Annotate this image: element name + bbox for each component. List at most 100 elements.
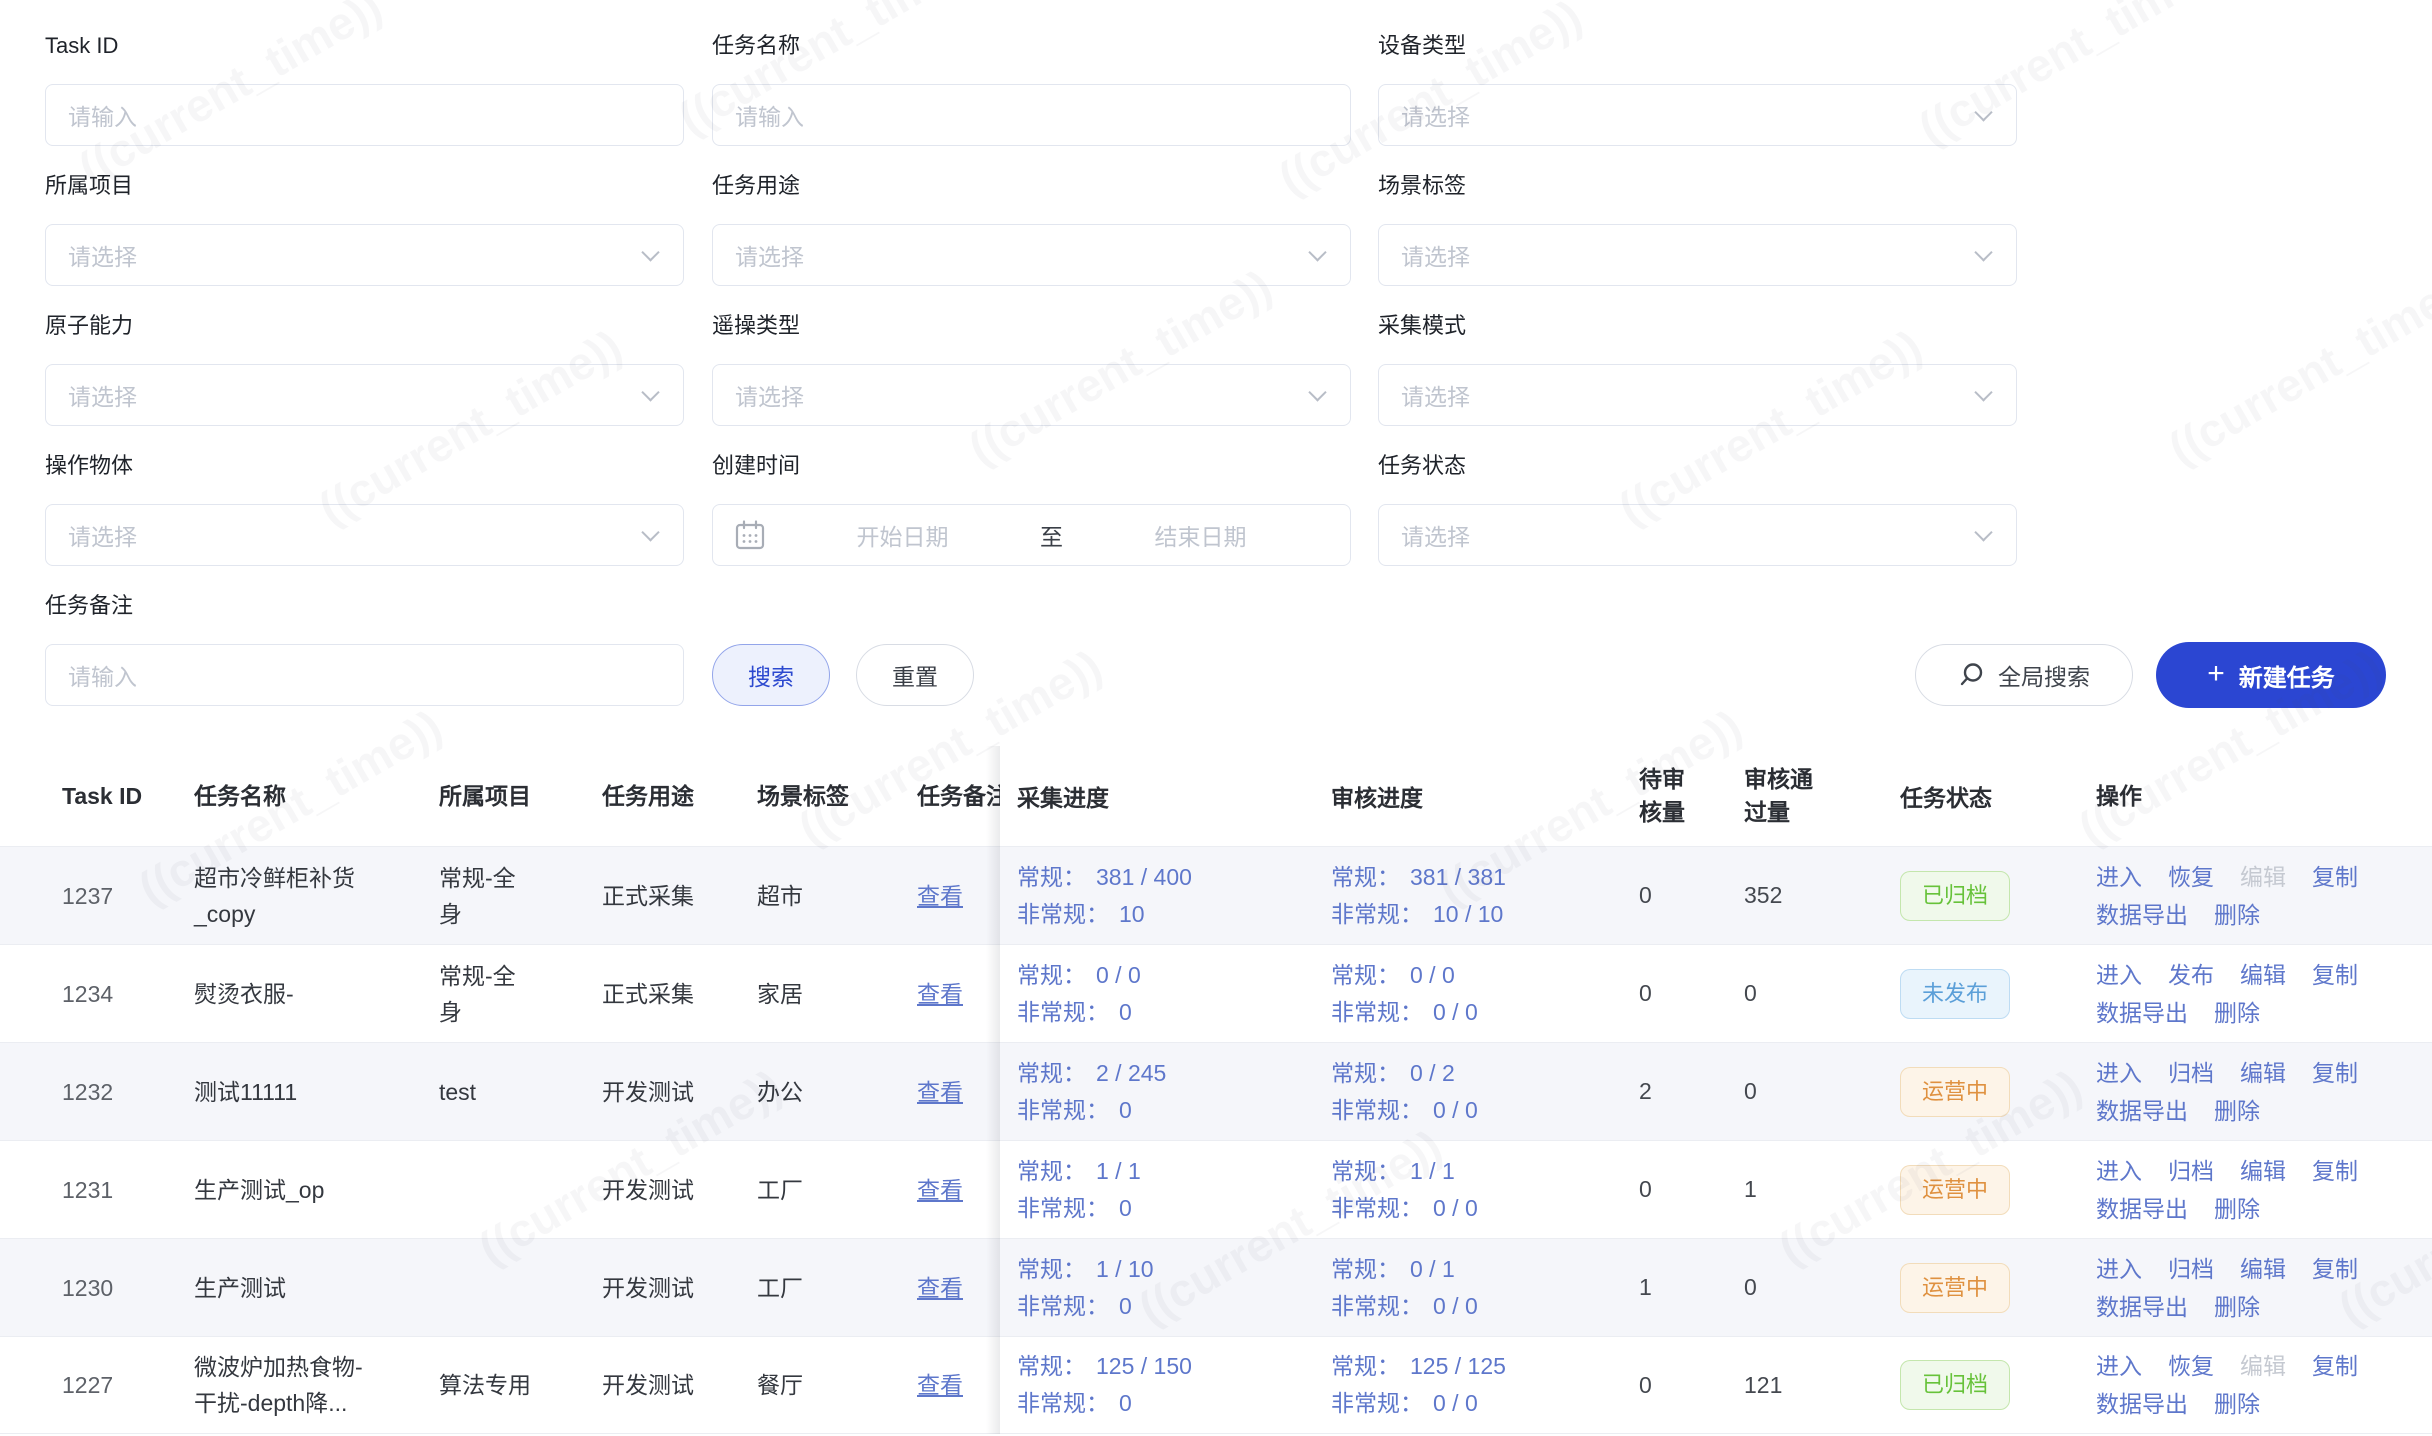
copy-link[interactable]: 复制 [2312, 1251, 2358, 1287]
new-task-button[interactable]: + 新建任务 [2156, 642, 2386, 708]
table-row: 1227 微波炉加热食物-干扰-depth降... 算法专用 开发测试 餐厅 查… [0, 1336, 2432, 1434]
copy-link[interactable]: 复制 [2312, 859, 2358, 895]
task-name-cell: 生产测试 [194, 1270, 364, 1306]
task-id-cell: 1227 [62, 1367, 194, 1403]
fixed-row-section: 常规：1 / 1 非常规：0 常规：1 / 1 非常规：0 / 0 0 1 运营… [1000, 1141, 2432, 1238]
passed-count-cell: 0 [1744, 1274, 1900, 1301]
archive-link[interactable]: 归档 [2168, 1153, 2214, 1189]
review-progress-cell: 常规：381 / 381 非常规：10 / 10 [1331, 859, 1639, 933]
header-actions: 操作 [2096, 778, 2422, 814]
task-name-input[interactable]: 请输入 [712, 84, 1351, 146]
filter-task-id: Task ID 请输入 [45, 30, 684, 146]
task-name-cell: 生产测试_op [194, 1172, 364, 1208]
status-cell: 运营中 [1900, 1067, 2096, 1117]
plus-icon: + [2207, 659, 2225, 689]
enter-link[interactable]: 进入 [2096, 859, 2142, 895]
filter-task-status: 任务状态 请选择 [1378, 450, 2017, 566]
header-passed-count: 审核通过量 [1744, 763, 1900, 829]
enter-link[interactable]: 进入 [2096, 1251, 2142, 1287]
global-search-label: 全局搜索 [1998, 658, 2090, 692]
task-status-select[interactable]: 请选择 [1378, 504, 2017, 566]
delete-link[interactable]: 删除 [2214, 1386, 2260, 1422]
task-remark-input[interactable]: 请输入 [45, 644, 684, 706]
collection-mode-select[interactable]: 请选择 [1378, 364, 2017, 426]
view-remark-link[interactable]: 查看 [917, 1177, 963, 1203]
device-type-select[interactable]: 请选择 [1378, 84, 2017, 146]
copy-link[interactable]: 复制 [2312, 1153, 2358, 1189]
enter-link[interactable]: 进入 [2096, 1348, 2142, 1384]
task-purpose-select[interactable]: 请选择 [712, 224, 1351, 286]
filter-label-task-id: Task ID [45, 30, 684, 62]
archive-link[interactable]: 归档 [2168, 1055, 2214, 1091]
collect-progress-cell: 常规：0 / 0 非常规：0 [1017, 957, 1331, 1031]
operation-object-select[interactable]: 请选择 [45, 504, 684, 566]
start-date-input[interactable]: 开始日期 [773, 518, 1032, 552]
table-header-row: Task ID 任务名称 所属项目 任务用途 场景标签 任务备注 采集进度 审核… [0, 746, 2432, 846]
date-range-picker[interactable]: 开始日期 至 结束日期 [712, 504, 1351, 566]
filter-label-collection-mode: 采集模式 [1378, 310, 2017, 342]
status-badge: 未发布 [1900, 969, 2010, 1019]
task-id-input[interactable]: 请输入 [45, 84, 684, 146]
view-remark-link[interactable]: 查看 [917, 981, 963, 1007]
edit-link[interactable]: 编辑 [2240, 957, 2286, 993]
teleop-type-select[interactable]: 请选择 [712, 364, 1351, 426]
delete-link[interactable]: 删除 [2214, 897, 2260, 933]
pending-count-cell: 1 [1639, 1274, 1744, 1301]
publish-link[interactable]: 发布 [2168, 957, 2214, 993]
view-remark-link[interactable]: 查看 [917, 1079, 963, 1105]
project-select[interactable]: 请选择 [45, 224, 684, 286]
edit-link[interactable]: 编辑 [2240, 1153, 2286, 1189]
copy-link[interactable]: 复制 [2312, 957, 2358, 993]
project-cell: 算法专用 [439, 1367, 534, 1403]
restore-link[interactable]: 恢复 [2168, 1348, 2214, 1384]
reset-button[interactable]: 重置 [856, 644, 974, 706]
purpose-cell: 正式采集 [602, 976, 702, 1012]
view-remark-link[interactable]: 查看 [917, 883, 963, 909]
chevron-down-icon [1974, 103, 1992, 121]
data-export-link[interactable]: 数据导出 [2096, 1289, 2188, 1325]
copy-link[interactable]: 复制 [2312, 1055, 2358, 1091]
scene-tag-select[interactable]: 请选择 [1378, 224, 2017, 286]
end-date-input[interactable]: 结束日期 [1071, 518, 1330, 552]
enter-link[interactable]: 进入 [2096, 1153, 2142, 1189]
filter-label-scene-tag: 场景标签 [1378, 170, 2017, 202]
filter-label-task-remark: 任务备注 [45, 590, 684, 622]
placeholder-text: 请选择 [68, 518, 137, 552]
data-export-link[interactable]: 数据导出 [2096, 897, 2188, 933]
status-cell: 未发布 [1900, 969, 2096, 1019]
atomic-capability-select[interactable]: 请选择 [45, 364, 684, 426]
status-badge: 运营中 [1900, 1263, 2010, 1313]
archive-link[interactable]: 归档 [2168, 1251, 2214, 1287]
passed-count-cell: 352 [1744, 882, 1900, 909]
restore-link[interactable]: 恢复 [2168, 859, 2214, 895]
delete-link[interactable]: 删除 [2214, 1191, 2260, 1227]
enter-link[interactable]: 进入 [2096, 1055, 2142, 1091]
edit-link[interactable]: 编辑 [2240, 1055, 2286, 1091]
data-export-link[interactable]: 数据导出 [2096, 1093, 2188, 1129]
delete-link[interactable]: 删除 [2214, 1289, 2260, 1325]
status-cell: 运营中 [1900, 1263, 2096, 1313]
purpose-cell: 开发测试 [602, 1172, 702, 1208]
view-remark-link[interactable]: 查看 [917, 1275, 963, 1301]
review-progress-cell: 常规：0 / 2 非常规：0 / 0 [1331, 1055, 1639, 1129]
delete-link[interactable]: 删除 [2214, 995, 2260, 1031]
copy-link[interactable]: 复制 [2312, 1348, 2358, 1384]
view-remark-link[interactable]: 查看 [917, 1372, 963, 1398]
search-button[interactable]: 搜索 [712, 644, 830, 706]
placeholder-text: 请输入 [68, 658, 137, 692]
enter-link[interactable]: 进入 [2096, 957, 2142, 993]
global-search-button[interactable]: 全局搜索 [1915, 644, 2133, 706]
status-cell: 已归档 [1900, 1360, 2096, 1410]
collect-progress-cell: 常规：1 / 1 非常规：0 [1017, 1153, 1331, 1227]
filter-label-device-type: 设备类型 [1378, 30, 2017, 62]
scene-cell: 工厂 [757, 1172, 867, 1208]
data-export-link[interactable]: 数据导出 [2096, 995, 2188, 1031]
task-id-cell: 1232 [62, 1074, 194, 1110]
placeholder-text: 请选择 [1401, 378, 1470, 412]
delete-link[interactable]: 删除 [2214, 1093, 2260, 1129]
edit-link[interactable]: 编辑 [2240, 1251, 2286, 1287]
table-row: 1232 测试11111 test 开发测试 办公 查看 常规：2 / 245 … [0, 1042, 2432, 1140]
data-export-link[interactable]: 数据导出 [2096, 1191, 2188, 1227]
table-row: 1237 超市冷鲜柜补货_copy 常规-全身 正式采集 超市 查看 常规：38… [0, 846, 2432, 944]
data-export-link[interactable]: 数据导出 [2096, 1386, 2188, 1422]
